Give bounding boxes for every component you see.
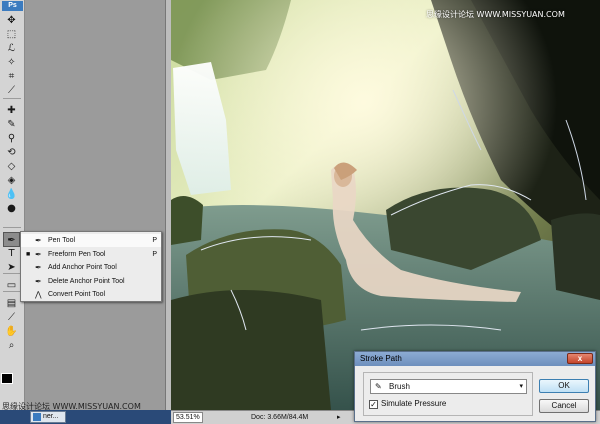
simulate-pressure-checkbox[interactable]: ✓ <box>369 400 378 409</box>
taskbar: ner... <box>0 410 171 424</box>
document-size-info: Doc: 3.66M/84.4M <box>251 414 309 421</box>
watermark-top: 思缘设计论坛 WWW.MISSYUAN.COM <box>426 10 565 19</box>
zoom-tool-icon[interactable]: ⌕ <box>3 338 20 353</box>
stroke-tool-value: Brush <box>389 382 410 391</box>
photoshop-doc-icon <box>33 413 41 421</box>
hand-tool-icon[interactable]: ✋ <box>3 324 20 339</box>
zoom-level-field[interactable]: 53.51% <box>173 412 203 423</box>
stroke-tool-select[interactable]: ✎ Brush ▾ <box>370 379 527 394</box>
flyout-item-label: Convert Point Tool <box>48 291 106 298</box>
pen-variant-icon: ✒ <box>35 263 42 272</box>
flyout-item-label: Add Anchor Point Tool <box>48 264 117 271</box>
toolbox-separator <box>3 98 21 99</box>
pen-tool-flyout-menu: ✒ Pen Tool P ■ ✒ Freeform Pen Tool P ✒ Add Ancho… <box>20 231 162 302</box>
lasso-tool-icon[interactable]: ℒ <box>3 41 20 56</box>
ok-button[interactable]: OK <box>539 379 589 393</box>
magic-wand-tool-icon[interactable]: ✧ <box>3 55 20 70</box>
flyout-item-freeform-pen-tool[interactable]: ■ ✒ Freeform Pen Tool P <box>21 248 161 261</box>
canvas-image <box>171 0 600 410</box>
pen-variant-icon: ✒ <box>35 236 42 245</box>
flyout-item-shortcut: P <box>152 250 157 258</box>
toolbox-panel: Ps ✥ ⬚ ℒ ✧ ⌗ ⟋ ✚ ✎ ⚲ ⟲ ◇ ◈ 💧 ● ✒ T ➤ ▭ ▤ ⟋ ✋ ⌕ <box>0 0 25 424</box>
eraser-tool-icon[interactable]: ◇ <box>3 159 20 174</box>
flyout-item-add-anchor-point-tool[interactable]: ✒ Add Anchor Point Tool <box>21 261 161 274</box>
toolbox-separator <box>3 227 21 228</box>
toolbox-separator <box>3 291 21 292</box>
move-tool-icon[interactable]: ✥ <box>3 13 20 28</box>
dialog-title: Stroke Path <box>355 352 595 366</box>
status-menu-arrow-icon[interactable]: ▸ <box>337 411 341 424</box>
dialog-close-button[interactable]: x <box>567 353 593 364</box>
crop-tool-icon[interactable]: ⌗ <box>3 69 20 84</box>
eyedropper2-tool-icon[interactable]: ⟋ <box>3 310 20 325</box>
flyout-item-shortcut: P <box>152 237 157 244</box>
watermark-bottom: 思缘设计论坛 WWW.MISSYUAN.COM <box>2 402 141 411</box>
blur-tool-icon[interactable]: 💧 <box>3 187 20 202</box>
cancel-button[interactable]: Cancel <box>539 399 589 413</box>
pen-variant-icon: ✒ <box>35 276 42 286</box>
pen-tool-icon[interactable]: ✒ <box>3 232 20 247</box>
taskbar-document-button[interactable]: ner... <box>30 411 66 423</box>
foreground-color-swatch[interactable] <box>1 373 13 384</box>
paint-bucket-tool-icon[interactable]: ◈ <box>3 173 20 188</box>
pen-variant-icon: ✒ <box>35 249 42 259</box>
brush-tool-icon[interactable]: ✎ <box>3 117 20 132</box>
dialog-options-group: ✎ Brush ▾ ✓ Simulate Pressure <box>363 372 533 416</box>
workspace-area <box>25 0 170 424</box>
dodge-tool-icon[interactable]: ● <box>3 201 20 216</box>
flyout-item-label: Freeform Pen Tool <box>48 250 106 258</box>
simulate-pressure-label: Simulate Pressure <box>381 399 447 408</box>
chevron-down-icon: ▾ <box>519 383 523 390</box>
taskbar-document-label: ner... <box>43 413 59 420</box>
photoshop-logo: Ps <box>2 1 23 11</box>
flyout-item-label: Delete Anchor Point Tool <box>48 277 125 285</box>
type-tool-icon[interactable]: T <box>3 246 20 261</box>
flyout-item-label: Pen Tool <box>48 237 76 244</box>
toolbox-separator <box>3 273 21 274</box>
clone-stamp-tool-icon[interactable]: ⚲ <box>3 131 20 146</box>
flyout-item-delete-anchor-point-tool[interactable]: ✒ Delete Anchor Point Tool <box>21 275 161 288</box>
flyout-item-convert-point-tool[interactable]: ⋀ Convert Point Tool <box>21 288 161 301</box>
flyout-item-pen-tool[interactable]: ✒ Pen Tool P <box>21 234 161 247</box>
brush-icon: ✎ <box>375 382 382 391</box>
active-bullet-icon: ■ <box>26 250 31 258</box>
history-brush-tool-icon[interactable]: ⟲ <box>3 145 20 160</box>
eyedropper-tool-icon[interactable]: ⟋ <box>3 83 20 98</box>
pen-variant-icon: ⋀ <box>35 290 42 299</box>
healing-brush-tool-icon[interactable]: ✚ <box>3 103 20 118</box>
document-canvas[interactable] <box>171 0 600 410</box>
notes-tool-icon[interactable]: ▤ <box>3 296 20 311</box>
marquee-tool-icon[interactable]: ⬚ <box>3 27 20 42</box>
stroke-path-dialog: Stroke Path x ✎ Brush ▾ ✓ Simulate Press… <box>354 351 596 422</box>
